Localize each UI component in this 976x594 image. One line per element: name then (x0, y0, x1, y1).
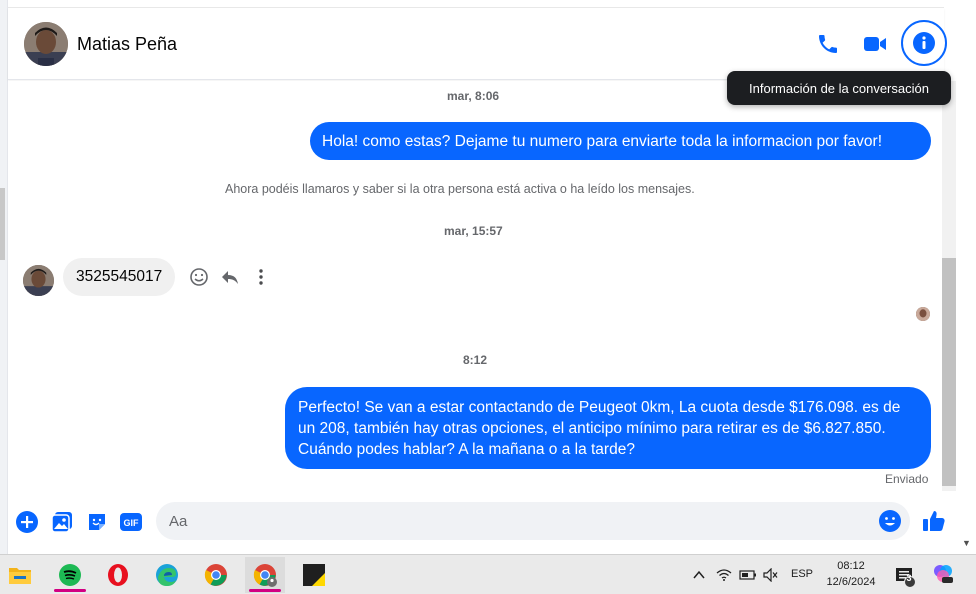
tray-language[interactable]: ESP (791, 568, 813, 580)
tray-wifi-icon[interactable] (715, 566, 733, 584)
tray-volume-icon[interactable] (762, 566, 780, 584)
tray-show-hidden-icon[interactable] (690, 566, 708, 584)
taskbar-opera[interactable] (98, 557, 138, 593)
active-indicator (249, 589, 281, 592)
conversation-header: Matias Peña (8, 8, 947, 80)
reply-arrow-icon (222, 271, 238, 284)
react-button[interactable] (188, 266, 210, 288)
emoji-icon (879, 510, 901, 532)
plus-circle-icon (16, 511, 38, 533)
audio-call-button[interactable] (814, 30, 842, 58)
battery-icon (739, 570, 756, 580)
wifi-icon (716, 569, 732, 581)
chrome-profile-icon (253, 564, 277, 587)
svg-text:GIF: GIF (124, 518, 140, 528)
tray-copilot[interactable] (932, 563, 954, 585)
chrome-icon (204, 564, 227, 586)
sticky-notes-icon (303, 564, 325, 586)
copilot-icon (934, 565, 953, 583)
folder-icon (9, 568, 31, 584)
smiley-icon (190, 268, 208, 286)
system-notice: Ahora podéis llamaros y saber si la otra… (225, 182, 695, 196)
messenger-window: Matias Peña Información de la conversaci… (0, 0, 976, 594)
sticker-icon (89, 514, 105, 530)
taskbar-chrome-profile[interactable] (245, 557, 285, 593)
outgoing-message[interactable]: Perfecto! Se van a estar contactando de … (285, 387, 931, 469)
clock-time: 08:12 (837, 560, 865, 572)
contact-name[interactable]: Matias Peña (77, 34, 177, 55)
opera-icon (108, 564, 128, 586)
taskbar-edge[interactable] (147, 557, 187, 593)
taskbar-sticky-notes[interactable] (294, 557, 334, 593)
delivery-status: Enviado (885, 472, 929, 486)
video-call-button[interactable] (861, 30, 889, 58)
timestamp: 8:12 (463, 353, 488, 367)
incoming-message[interactable]: 3525545017 (63, 258, 176, 296)
reply-button[interactable] (219, 266, 241, 288)
message-input[interactable] (169, 502, 859, 540)
video-camera-icon (864, 37, 886, 51)
info-tooltip: Información de la conversación (727, 71, 951, 105)
message-input-container[interactable] (156, 502, 910, 540)
timestamp: mar, 8:06 (447, 89, 500, 103)
phone-icon (819, 35, 837, 53)
chevron-up-icon (693, 570, 705, 579)
tray-battery-icon[interactable] (739, 566, 757, 584)
vertical-dots-icon (259, 269, 263, 285)
tray-notifications[interactable]: 3 (893, 564, 917, 590)
gif-icon: GIF (120, 513, 142, 531)
more-options-button[interactable] (250, 266, 272, 288)
left-scroll-marker (0, 188, 5, 260)
page-scroll-down-arrow[interactable]: ▼ (962, 538, 971, 548)
info-icon (913, 32, 935, 54)
sender-avatar[interactable] (23, 265, 54, 296)
notification-count: 3 (906, 573, 912, 583)
seen-receipt-avatar (916, 307, 930, 321)
taskbar-chrome[interactable] (196, 557, 236, 593)
timestamp: mar, 15:57 (444, 224, 503, 238)
active-indicator (54, 589, 86, 592)
gif-button[interactable]: GIF (118, 509, 144, 535)
thumbs-up-icon (923, 511, 945, 531)
taskbar-file-explorer[interactable] (0, 557, 40, 593)
clock-date: 12/6/2024 (826, 576, 876, 588)
more-actions-button[interactable] (14, 509, 40, 535)
outgoing-message[interactable]: Hola! como estas? Dejame tu numero para … (310, 122, 931, 160)
emoji-button[interactable] (878, 509, 902, 533)
photo-icon (51, 512, 72, 533)
taskbar-spotify[interactable] (50, 557, 90, 593)
sticker-button[interactable] (84, 509, 110, 535)
contact-avatar[interactable] (24, 22, 68, 66)
speaker-muted-icon (763, 568, 778, 582)
spotify-icon (59, 564, 81, 586)
attach-media-button[interactable] (49, 509, 75, 535)
top-edge (8, 0, 944, 8)
conversation-info-button[interactable] (901, 20, 947, 66)
left-panel-edge (0, 0, 8, 554)
chat-scrollbar-thumb[interactable] (942, 258, 956, 486)
tray-clock[interactable]: 08:12 12/6/2024 (822, 558, 880, 590)
send-like-button[interactable] (920, 507, 948, 535)
edge-icon (156, 564, 178, 586)
